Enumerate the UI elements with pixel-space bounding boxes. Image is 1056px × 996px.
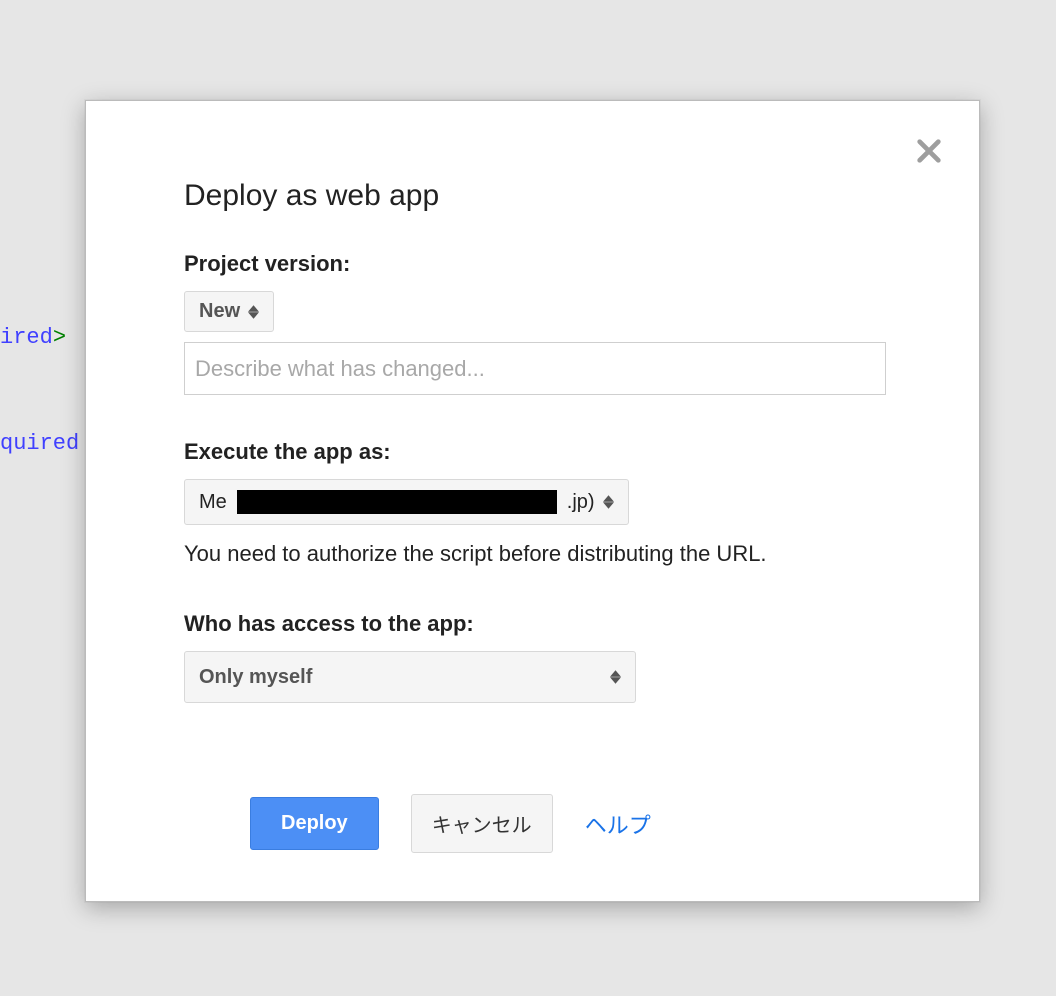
- updown-icon: [610, 670, 621, 684]
- deploy-dialog: Deploy as web app Project version: New E…: [85, 100, 980, 902]
- code-token: ired: [0, 325, 53, 350]
- version-description-input[interactable]: [184, 342, 886, 395]
- updown-icon: [603, 495, 614, 509]
- project-version-label: Project version:: [184, 251, 881, 277]
- access-value: Only myself: [199, 666, 312, 689]
- help-link[interactable]: ヘルプ: [585, 808, 651, 840]
- background-code: ired> quired: [0, 250, 79, 496]
- execute-as-select[interactable]: Me .jp): [184, 479, 629, 525]
- access-label: Who has access to the app:: [184, 611, 881, 637]
- access-select[interactable]: Only myself: [184, 651, 636, 703]
- close-button[interactable]: [913, 135, 945, 167]
- code-token-gt: >: [53, 325, 66, 350]
- cancel-button[interactable]: キャンセル: [411, 794, 553, 853]
- dialog-content: Deploy as web app Project version: New E…: [86, 101, 979, 743]
- authorize-helper-text: You need to authorize the script before …: [184, 541, 881, 567]
- close-icon: [913, 154, 945, 171]
- execute-as-prefix: Me: [199, 491, 227, 514]
- deploy-button[interactable]: Deploy: [250, 797, 379, 850]
- dialog-button-row: Deploy キャンセル ヘルプ: [250, 794, 651, 853]
- project-version-select[interactable]: New: [184, 291, 274, 332]
- project-version-value: New: [199, 300, 240, 323]
- execute-as-suffix: .jp): [567, 491, 595, 514]
- updown-icon: [248, 305, 259, 319]
- code-token: quired: [0, 431, 79, 456]
- execute-as-label: Execute the app as:: [184, 439, 881, 465]
- redacted-email: [237, 490, 557, 514]
- dialog-title: Deploy as web app: [184, 179, 881, 213]
